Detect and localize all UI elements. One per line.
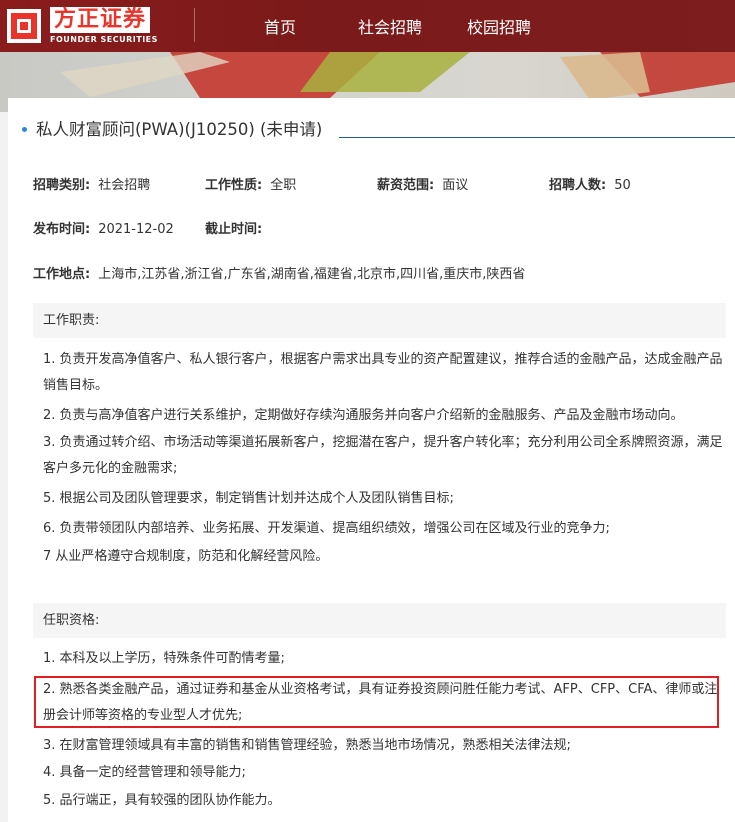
- requirement-item-3: 3. 在财富管理领域具有丰富的销售和销售管理经验，熟悉当地市场情况，熟悉相关法律…: [43, 738, 571, 753]
- duties-heading: 工作职责:: [33, 303, 726, 338]
- meta-nature: 工作性质: 全职: [205, 174, 296, 194]
- headcount-value: 50: [614, 178, 631, 193]
- headcount-label: 招聘人数:: [549, 178, 607, 193]
- duty-item-3: 3. 负责通过转介绍、市场活动等渠道拓展新客户，挖掘潜在客户，提升客户转化率；充…: [43, 435, 723, 476]
- requirement-item-5: 5. 品行端正，具有较强的团队协作能力。: [43, 793, 281, 808]
- category-value: 社会招聘: [98, 178, 151, 193]
- nature-label: 工作性质:: [205, 178, 263, 193]
- location-value: 上海市,江苏省,浙江省,广东省,湖南省,福建省,北京市,四川省,重庆市,陕西省: [98, 267, 526, 282]
- nav-divider: [194, 8, 195, 42]
- meta-category: 招聘类别: 社会招聘: [33, 174, 150, 194]
- nav-item-campus-recruit[interactable]: 校园招聘: [467, 14, 531, 38]
- title-underline: [339, 137, 735, 138]
- duty-item-2: 2. 负责与高净值客户进行关系维护，定期做好存续沟通服务并向客户介绍新的金融服务…: [43, 408, 684, 423]
- nav-item-social-recruit[interactable]: 社会招聘: [358, 14, 422, 38]
- requirement-item-1: 1. 本科及以上学历，特殊条件可酌情考量;: [43, 651, 285, 666]
- meta-salary: 薪资范围: 面议: [377, 174, 468, 194]
- meta-publish-date: 发布时间: 2021-12-02: [33, 218, 174, 238]
- deadline-label: 截止时间:: [205, 222, 263, 237]
- duty-item-1: 1. 负责开发高净值客户、私人银行客户，根据客户需求出具专业的资产配置建议，推荐…: [43, 352, 723, 393]
- duty-item-7: 7 从业严格遵守合规制度，防范和化解经营风险。: [43, 549, 329, 564]
- highlight-annotation-box: [34, 676, 719, 728]
- duty-item-6: 6. 负责带领团队内部培养、业务拓展、开发渠道、提高组织绩效，增强公司在区域及行…: [43, 521, 610, 536]
- salary-value: 面议: [442, 178, 469, 193]
- salary-label: 薪资范围:: [377, 178, 435, 193]
- requirements-heading: 任职资格:: [33, 603, 726, 638]
- publish-label: 发布时间:: [33, 222, 91, 237]
- location-label: 工作地点:: [33, 267, 91, 282]
- brand-logo[interactable]: 方正证券 FOUNDER SECURITIES: [6, 7, 181, 46]
- requirement-item-4: 4. 具备一定的经营管理和领导能力;: [43, 765, 246, 780]
- brand-name-en: FOUNDER SECURITIES: [50, 35, 158, 44]
- publish-value: 2021-12-02: [98, 222, 174, 237]
- founder-logo-icon: [7, 9, 41, 43]
- bullet-icon: [22, 127, 27, 132]
- top-nav-bar: 方正证券 FOUNDER SECURITIES 首页 社会招聘 校园招聘: [0, 0, 735, 52]
- duty-item-5: 5. 根据公司及团队管理要求，制定销售计划并达成个人及团队销售目标;: [43, 491, 454, 506]
- job-detail-card: 私人财富顾问(PWA)(J10250) (未申请) 招聘类别: 社会招聘 工作性质…: [8, 98, 735, 822]
- meta-location: 工作地点: 上海市,江苏省,浙江省,广东省,湖南省,福建省,北京市,四川省,重庆市…: [33, 263, 525, 283]
- nav-item-home[interactable]: 首页: [264, 14, 296, 38]
- meta-headcount: 招聘人数: 50: [549, 174, 631, 194]
- brand-name-cn: 方正证券: [50, 7, 151, 33]
- meta-deadline: 截止时间:: [205, 218, 270, 238]
- job-title: 私人财富顾问(PWA)(J10250) (未申请): [36, 120, 323, 139]
- job-title-row: 私人财富顾问(PWA)(J10250) (未申请): [22, 116, 735, 142]
- category-label: 招聘类别:: [33, 178, 91, 193]
- nature-value: 全职: [270, 178, 297, 193]
